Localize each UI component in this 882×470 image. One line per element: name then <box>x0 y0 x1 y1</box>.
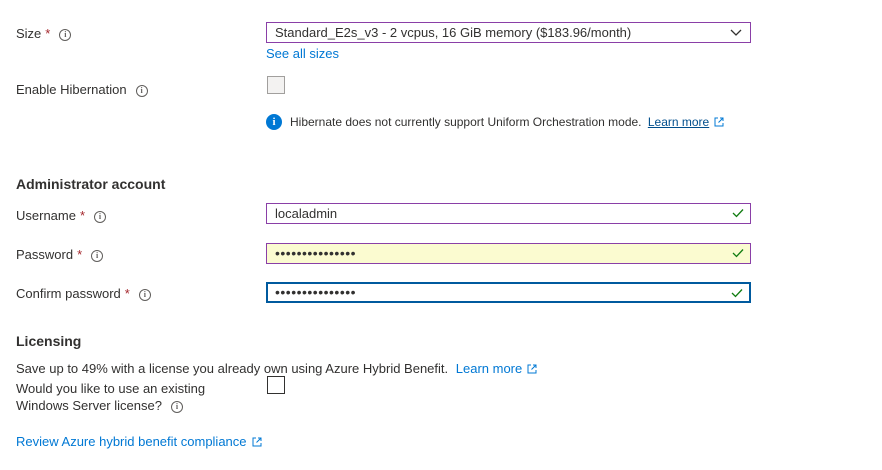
info-icon[interactable]: i <box>170 401 183 413</box>
external-link-icon <box>714 117 724 127</box>
confirm-password-label: Confirm password * i <box>16 286 151 301</box>
username-value: localadmin <box>275 206 338 221</box>
compliance-link-row: Review Azure hybrid benefit compliance <box>16 434 262 449</box>
info-icon[interactable]: i <box>138 289 151 301</box>
username-label: Username * i <box>16 208 107 223</box>
username-input[interactable]: localadmin <box>266 203 751 224</box>
size-dropdown[interactable]: Standard_E2s_v3 - 2 vcpus, 16 GiB memory… <box>266 22 751 43</box>
hibernation-notice: Hibernate does not currently support Uni… <box>290 115 724 129</box>
password-label: Password * i <box>16 247 104 262</box>
hibernation-label: Enable Hibernation i <box>16 82 148 97</box>
confirm-password-value: ••••••••••••••• <box>275 284 357 300</box>
hibernation-checkbox[interactable] <box>267 76 285 94</box>
review-compliance-link[interactable]: Review Azure hybrid benefit compliance <box>16 434 247 449</box>
required-marker: * <box>79 208 86 223</box>
checkmark-icon <box>732 249 744 258</box>
required-marker: * <box>77 247 83 262</box>
external-link-icon <box>252 437 262 447</box>
hibernation-learn-more-link[interactable]: Learn more <box>648 115 709 129</box>
password-value: ••••••••••••••• <box>275 245 357 261</box>
info-icon[interactable]: i <box>59 29 72 41</box>
info-filled-icon: i <box>266 114 282 130</box>
info-icon[interactable]: i <box>91 250 104 262</box>
checkmark-icon <box>732 209 744 218</box>
size-label: Size * i <box>16 26 72 41</box>
external-link-icon <box>527 364 537 374</box>
admin-section-heading: Administrator account <box>16 176 166 192</box>
chevron-down-icon <box>730 29 742 36</box>
checkmark-icon <box>731 289 743 298</box>
licensing-description: Save up to 49% with a license you alread… <box>16 361 537 376</box>
licensing-section-heading: Licensing <box>16 333 82 349</box>
existing-license-checkbox[interactable] <box>267 376 285 394</box>
info-icon[interactable]: i <box>94 211 107 223</box>
required-marker: * <box>45 26 51 41</box>
licensing-learn-more-link[interactable]: Learn more <box>456 361 522 376</box>
size-dropdown-value: Standard_E2s_v3 - 2 vcpus, 16 GiB memory… <box>275 25 632 40</box>
password-input[interactable]: ••••••••••••••• <box>266 243 751 264</box>
info-icon[interactable]: i <box>135 85 148 97</box>
license-question-line1: Would you like to use an existing <box>16 381 206 396</box>
confirm-password-input[interactable]: ••••••••••••••• <box>266 282 751 303</box>
license-question-line2: Windows Server license? i <box>16 398 183 413</box>
see-all-sizes-link[interactable]: See all sizes <box>266 46 339 61</box>
required-marker: * <box>124 286 130 301</box>
